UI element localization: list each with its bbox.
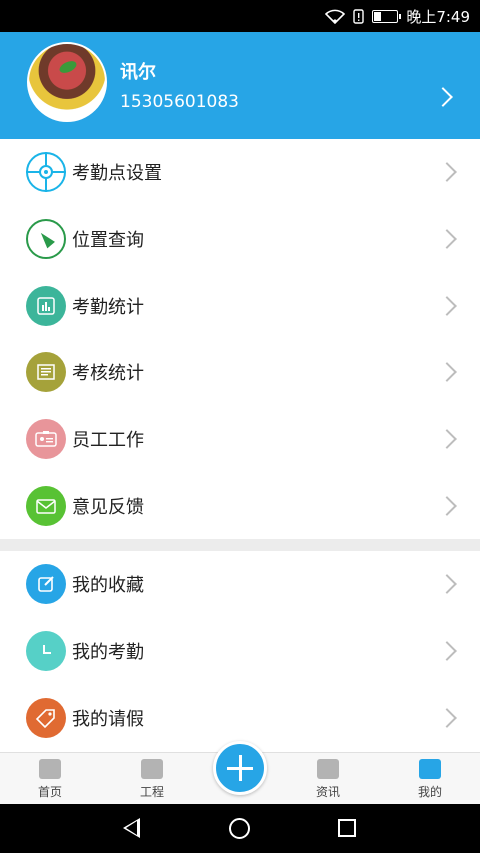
chevron-right-icon	[437, 429, 457, 449]
profile-header[interactable]: 讯尔 15305601083	[0, 32, 480, 139]
menu-group-work: 考勤点设置 位置查询 考勤统计 考核统计 员工工作 意见反馈	[0, 139, 480, 540]
tab-label: 首页	[37, 785, 62, 799]
section-divider	[0, 539, 480, 551]
back-icon[interactable]	[123, 818, 140, 838]
home-circle-icon[interactable]	[229, 818, 250, 839]
user-name: 讯尔	[120, 62, 156, 83]
system-nav-bar	[0, 804, 480, 853]
chevron-right-icon	[437, 707, 457, 728]
edit-icon	[26, 564, 66, 605]
menu-item-attendance-stats[interactable]: 考勤统计	[0, 272, 480, 339]
menu-label: 考勤点设置	[72, 163, 162, 185]
menu-label: 考勤统计	[72, 296, 144, 318]
menu-item-assessment-stats[interactable]: 考核统计	[0, 339, 480, 406]
document-icon	[26, 352, 66, 393]
tab-mine[interactable]: 我的	[400, 759, 460, 800]
id-card-icon	[26, 419, 66, 460]
home-icon	[39, 759, 61, 779]
tab-label: 资讯	[315, 785, 340, 799]
envelope-icon	[26, 485, 66, 526]
clock-time: 晚上7:49	[406, 7, 470, 26]
sim-alert-icon	[353, 8, 365, 24]
compass-icon	[26, 219, 66, 260]
menu-label: 位置查询	[72, 230, 144, 252]
chevron-right-icon	[437, 295, 457, 316]
menu-group-personal: 我的收藏 我的考勤 我的请假	[0, 551, 480, 752]
menu-label: 我的请假	[72, 708, 144, 730]
add-button[interactable]	[213, 741, 267, 795]
menu-item-my-attendance[interactable]: 我的考勤	[0, 618, 480, 685]
briefcase-icon	[141, 759, 163, 779]
chevron-right-icon	[437, 362, 457, 383]
menu-item-staff-work[interactable]: 员工工作	[0, 406, 480, 473]
status-bar: 晚上7:49	[0, 0, 480, 32]
tab-home[interactable]: 首页	[20, 759, 80, 800]
menu-item-feedback[interactable]: 意见反馈	[0, 472, 480, 539]
chevron-right-icon	[437, 495, 457, 516]
recents-icon[interactable]	[338, 819, 356, 837]
chevron-right-icon	[433, 87, 453, 107]
user-phone: 15305601083	[120, 92, 239, 112]
tab-label: 我的	[417, 785, 442, 799]
chevron-right-icon	[437, 162, 457, 183]
menu-item-attendance-point[interactable]: 考勤点设置	[0, 139, 480, 206]
bottom-tab-bar: 首页 工程 资讯 我的	[0, 741, 480, 804]
menu-item-favorites[interactable]: 我的收藏	[0, 551, 480, 618]
tab-label: 工程	[139, 785, 164, 799]
tab-project[interactable]: 工程	[122, 759, 182, 800]
wifi-icon	[325, 9, 346, 24]
menu-label: 意见反馈	[72, 496, 144, 518]
target-icon	[26, 152, 66, 193]
bar-chart-icon	[26, 285, 66, 326]
mail-icon	[317, 759, 339, 779]
menu-item-location-query[interactable]: 位置查询	[0, 206, 480, 273]
tab-news[interactable]: 资讯	[298, 759, 358, 800]
menu-label: 我的收藏	[72, 575, 144, 597]
menu-label: 考核统计	[72, 363, 144, 385]
user-icon	[419, 759, 441, 779]
chevron-right-icon	[437, 229, 457, 249]
avatar[interactable]	[27, 42, 107, 122]
menu-label: 我的考勤	[72, 642, 144, 664]
clock-icon	[26, 631, 66, 672]
tag-icon	[26, 697, 66, 738]
menu-label: 员工工作	[72, 430, 144, 452]
chevron-right-icon	[437, 574, 457, 595]
chevron-right-icon	[437, 641, 457, 661]
battery-icon	[372, 9, 402, 23]
